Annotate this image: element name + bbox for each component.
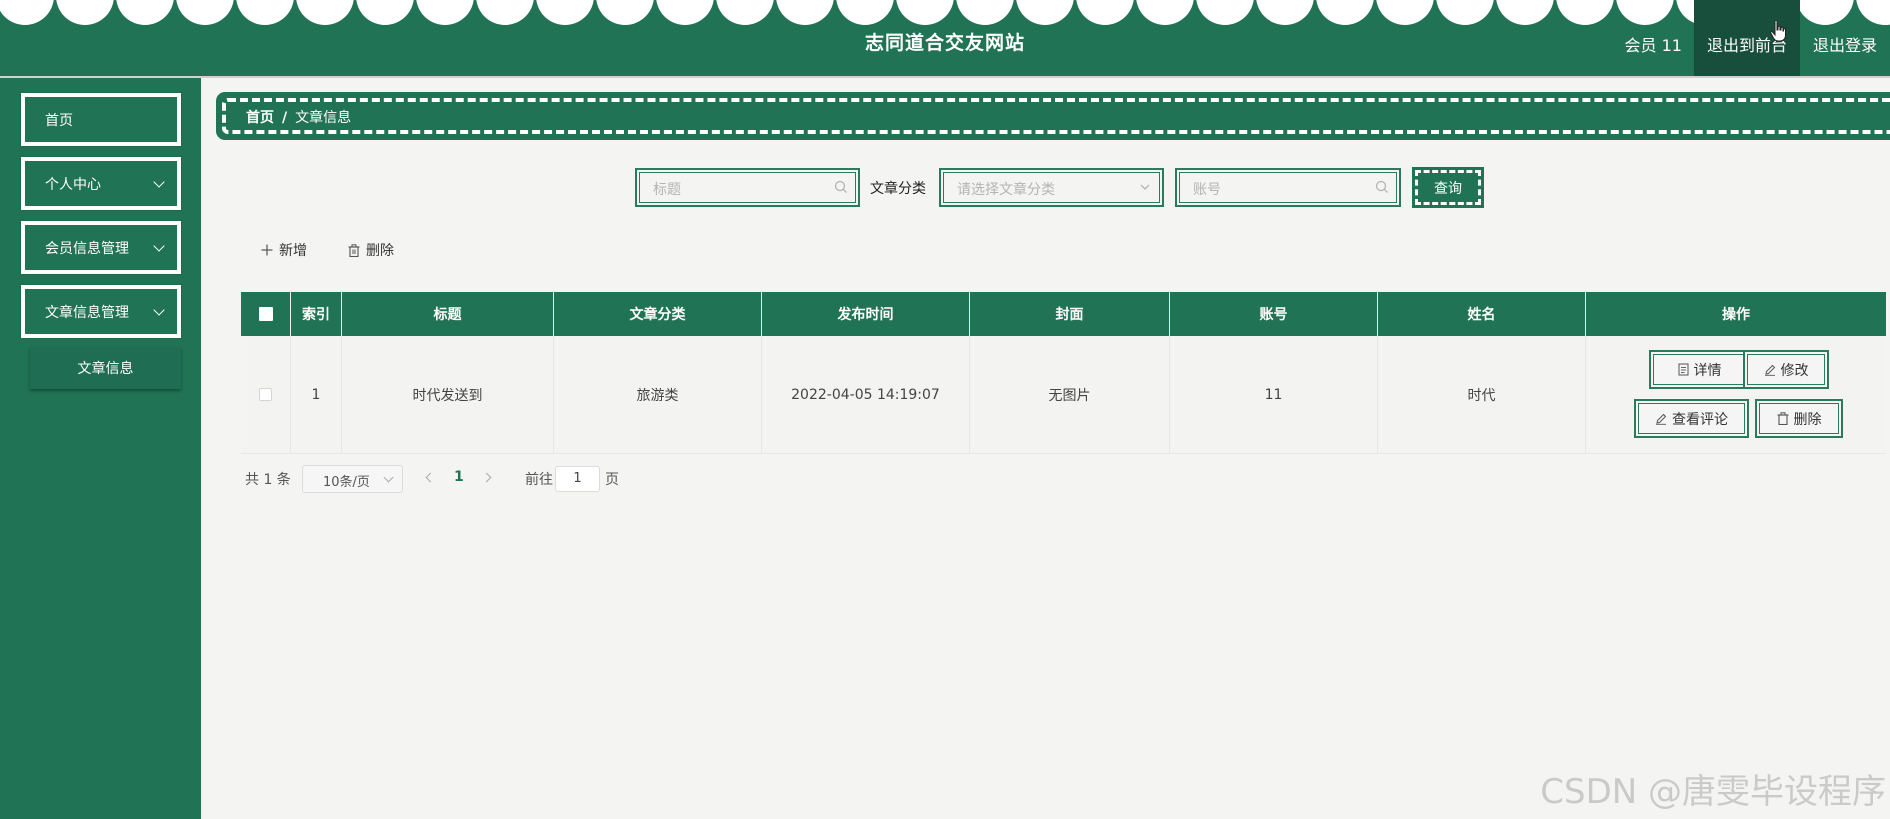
trash-icon (1777, 412, 1788, 425)
page-size-select[interactable]: 10条/页 (302, 465, 403, 493)
cell-account: 11 (1170, 336, 1378, 453)
trash-icon (348, 243, 360, 257)
breadcrumb-current: 文章信息 (295, 110, 352, 126)
watermark-text: CSDN @唐雯毕设程序 (1540, 772, 1886, 812)
column-header-index: 索引 (291, 292, 342, 336)
breadcrumb-dashed-border (222, 98, 1890, 134)
cell-category: 旅游类 (554, 336, 762, 453)
view-comments-button-label: 查看评论 (1672, 411, 1728, 428)
view-comments-button-inner: 查看评论 (1638, 403, 1745, 434)
pagination-total: 共 1 条 (245, 472, 291, 488)
sidebar-item-member-management[interactable]: 会员信息管理 (20, 220, 182, 275)
title-placeholder: 标题 (653, 182, 681, 198)
prev-page-button[interactable] (422, 467, 440, 489)
cell-index: 1 (291, 336, 342, 453)
row-checkbox[interactable] (259, 388, 272, 401)
pencil-icon (1656, 413, 1667, 425)
edit-button-label: 修改 (1780, 362, 1809, 379)
chevron-down-icon (153, 304, 165, 316)
cell-cover: 无图片 (970, 336, 1170, 453)
select-all-checkbox[interactable] (258, 307, 273, 321)
sidebar-item-article-management[interactable]: 文章信息管理 (20, 284, 182, 339)
add-button-label: 新增 (279, 243, 307, 259)
breadcrumb-text: 首页 / 文章信息 (246, 107, 351, 127)
hand-cursor-icon (1770, 20, 1786, 42)
cell-actions: 详情 修改 查看评论 删除 (1586, 336, 1886, 453)
row-select-cell (241, 336, 291, 453)
edit-button[interactable]: 修改 (1743, 350, 1829, 389)
sidebar: 首页 个人中心 会员信息管理 文章信息管理 (0, 78, 201, 819)
table-header: 索引 标题 文章分类 发布时间 封面 账号 姓名 操作 (241, 292, 1886, 336)
chevron-down-icon (153, 240, 165, 252)
current-user-label: 会员 11 (1624, 36, 1682, 55)
current-page-number[interactable]: 1 (454, 469, 464, 485)
table-row: 1 时代发送到 旅游类 2022-04-05 14:19:07 无图片 11 时… (241, 336, 1886, 454)
scallop-decoration (0, 0, 1890, 25)
column-header-publish-time: 发布时间 (762, 292, 970, 336)
sidebar-item-personal-center[interactable]: 个人中心 (20, 156, 182, 211)
sidebar-item-home[interactable]: 首页 (20, 92, 182, 147)
site-title: 志同道合交友网站 (864, 32, 1025, 54)
detail-button-inner: 详情 (1653, 354, 1746, 385)
top-right-nav: 会员 11 退出到前台 退出登录 (1612, 0, 1890, 78)
top-bar: 志同道合交友网站 会员 11 退出到前台 退出登录 (0, 0, 1890, 78)
view-comments-button[interactable]: 查看评论 (1634, 399, 1749, 438)
detail-button[interactable]: 详情 (1649, 350, 1750, 389)
chevron-down-icon (1140, 184, 1150, 190)
goto-unit: 页 (605, 472, 619, 488)
row-delete-button-label: 删除 (1793, 411, 1822, 428)
logout-link[interactable]: 退出登录 (1800, 0, 1890, 78)
column-header-name: 姓名 (1378, 292, 1586, 336)
batch-delete-button[interactable]: 删除 (348, 240, 394, 260)
sidebar-item-label: 个人中心 (45, 176, 101, 193)
delete-button-label: 删除 (366, 243, 394, 259)
column-header-cover: 封面 (970, 292, 1170, 336)
category-select[interactable]: 请选择文章分类 (939, 168, 1164, 207)
column-header-title: 标题 (342, 292, 554, 336)
chevron-down-icon (153, 176, 165, 188)
column-header-category: 文章分类 (554, 292, 762, 336)
title-search-input[interactable]: 标题 (635, 168, 860, 207)
select-all-cell (241, 292, 291, 336)
topbar-divider (0, 76, 1890, 78)
goto-label: 前往 (525, 472, 553, 488)
row-delete-button[interactable]: 删除 (1755, 399, 1843, 438)
sidebar-item-label: 文章信息管理 (45, 304, 129, 321)
search-icon (1375, 180, 1388, 193)
plus-icon (261, 244, 273, 256)
account-placeholder: 账号 (1193, 182, 1221, 198)
cell-name: 时代 (1378, 336, 1586, 453)
pencil-icon (1764, 364, 1775, 376)
query-button-label: 查询 (1434, 181, 1462, 197)
category-label: 文章分类 (870, 181, 926, 197)
sidebar-item-label: 会员信息管理 (45, 240, 129, 257)
chevron-down-icon (383, 472, 394, 483)
column-header-account: 账号 (1170, 292, 1378, 336)
next-page-button[interactable] (480, 467, 498, 489)
search-icon (834, 180, 847, 193)
breadcrumb-separator: / (282, 110, 288, 126)
breadcrumb: 首页 / 文章信息 (216, 92, 1890, 140)
cell-publish-time: 2022-04-05 14:19:07 (762, 336, 970, 453)
account-search-input[interactable]: 账号 (1175, 168, 1401, 207)
column-header-actions: 操作 (1722, 307, 1750, 323)
detail-button-label: 详情 (1693, 362, 1722, 379)
cell-title: 时代发送到 (342, 336, 554, 453)
query-button[interactable]: 查询 (1412, 167, 1484, 208)
breadcrumb-home[interactable]: 首页 (246, 110, 274, 126)
edit-button-inner: 修改 (1747, 354, 1825, 385)
add-button[interactable]: 新增 (261, 240, 307, 260)
sidebar-subitem-article-info[interactable]: 文章信息 (30, 347, 181, 389)
sidebar-item-label: 首页 (45, 112, 73, 129)
document-icon (1678, 363, 1688, 376)
goto-page-input[interactable]: 1 (555, 466, 600, 492)
category-placeholder: 请选择文章分类 (957, 182, 1055, 198)
row-delete-button-inner: 删除 (1759, 403, 1839, 434)
page-size-value: 10条/页 (323, 475, 370, 490)
